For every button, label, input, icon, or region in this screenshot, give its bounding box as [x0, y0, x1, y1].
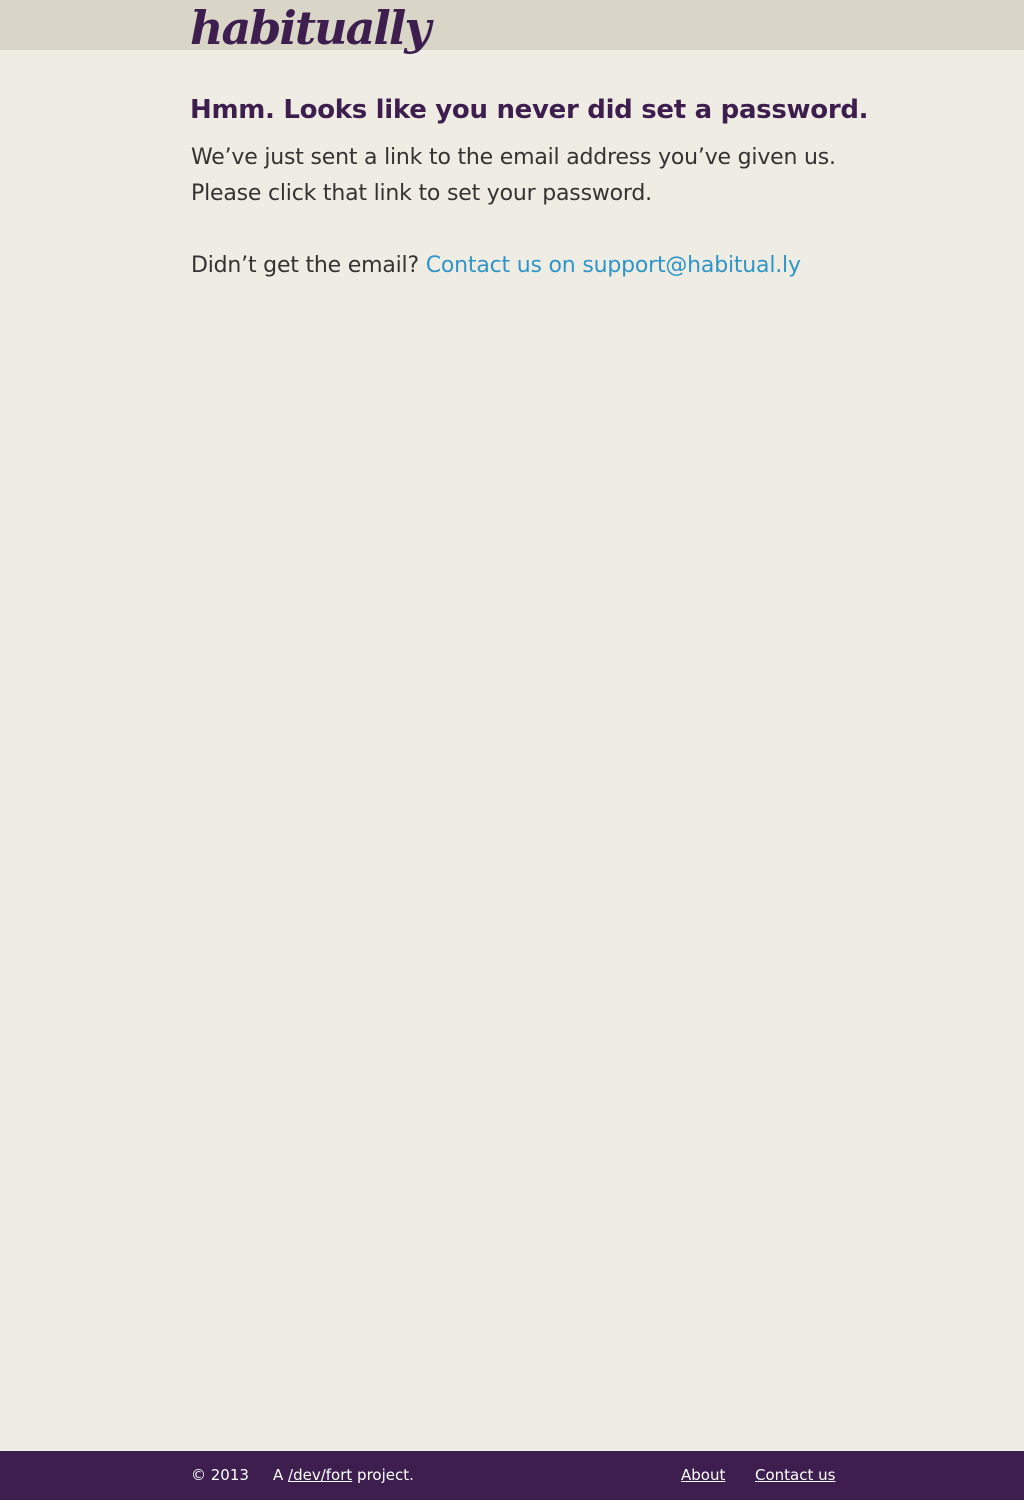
footer-project-suffix: project.	[352, 1466, 414, 1484]
footer-project-credit: A /dev/fort project.	[273, 1466, 414, 1484]
header-bar	[0, 0, 1024, 50]
instructions-line-2: Please click that link to set your passw…	[191, 181, 652, 206]
help-prefix: Didn’t get the email?	[191, 253, 426, 278]
dev-fort-link[interactable]: /dev/fort	[288, 1466, 352, 1484]
logo-link[interactable]: habitually	[190, 0, 431, 58]
page-title: Hmm. Looks like you never did set a pass…	[190, 95, 869, 125]
footer-project-prefix: A	[273, 1466, 289, 1484]
main-content: Hmm. Looks like you never did set a pass…	[190, 92, 871, 284]
instructions-line-1: We’ve just sent a link to the email addr…	[191, 145, 836, 170]
instructions-text: We’ve just sent a link to the email addr…	[191, 140, 871, 212]
support-email-link[interactable]: Contact us on support@habitual.ly	[426, 253, 801, 278]
help-text: Didn’t get the email? Contact us on supp…	[191, 248, 871, 284]
footer-copyright: © 2013	[191, 1466, 249, 1484]
footer: © 2013 A /dev/fort project. About Contac…	[0, 1451, 1024, 1500]
footer-about-link[interactable]: About	[681, 1466, 725, 1484]
footer-contact-link[interactable]: Contact us	[755, 1466, 835, 1484]
